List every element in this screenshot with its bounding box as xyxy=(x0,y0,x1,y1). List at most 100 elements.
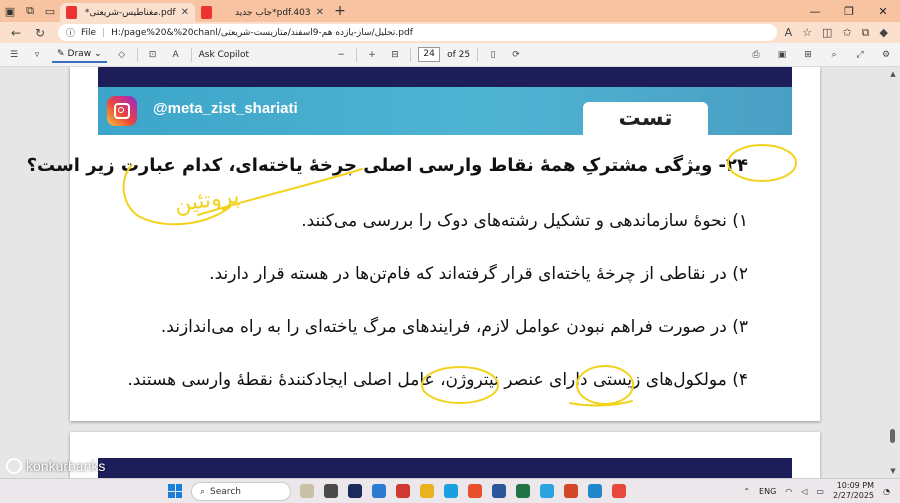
option-3: ۳) در صورت فراهم نبودن عوامل لازم، فراین… xyxy=(160,317,748,337)
favorites-icon[interactable]: ✩ xyxy=(842,26,851,40)
vertical-scrollbar[interactable]: ▲ ▼ xyxy=(889,70,897,475)
favorite-icon[interactable]: ☆ xyxy=(802,26,812,40)
banner: @meta_zist_shariati تست xyxy=(98,87,792,136)
copilot-icon[interactable]: ◆ xyxy=(880,26,888,40)
watermark: konkurbanks xyxy=(6,458,105,474)
task-view-icon[interactable] xyxy=(324,484,338,498)
search-placeholder: Search xyxy=(210,486,241,497)
instagram-handle: @meta_zist_shariati xyxy=(153,100,298,117)
zoom-out-button[interactable]: − xyxy=(333,50,349,60)
pdf-page: @meta_zist_shariati تست ۲۴- ویژگی مشترکِ… xyxy=(27,67,820,421)
pdf-page-next xyxy=(70,432,820,478)
volume-icon[interactable]: ◁ xyxy=(801,487,807,496)
print-icon[interactable]: ⎙ xyxy=(748,50,764,60)
chevron-up-icon[interactable]: ⌃ xyxy=(743,487,750,496)
pdf-viewer[interactable]: @meta_zist_shariati تست ۲۴- ویژگی مشترکِ… xyxy=(0,67,900,478)
excel-icon[interactable] xyxy=(516,484,530,498)
app-icon[interactable] xyxy=(372,484,386,498)
tab-actions-icon[interactable]: ▭ xyxy=(40,0,60,22)
ask-copilot-button[interactable]: Ask Copilot xyxy=(199,50,249,60)
clock[interactable]: 10:09 PM 2/27/2025 xyxy=(833,481,874,501)
scrollbar-thumb[interactable] xyxy=(890,429,895,443)
scroll-up-icon[interactable]: ▲ xyxy=(889,70,897,78)
contents-icon[interactable]: ☰ xyxy=(6,50,22,60)
telegram-icon[interactable] xyxy=(540,484,554,498)
highlight-icon[interactable]: ▿ xyxy=(29,50,45,60)
zoom-in-button[interactable]: + xyxy=(364,50,380,60)
settings-icon[interactable]: ⚙ xyxy=(878,50,894,60)
header-band xyxy=(98,458,792,478)
scroll-down-icon[interactable]: ▼ xyxy=(889,467,897,475)
draw-label: Draw xyxy=(67,48,92,59)
handwritten-note: پروتئین xyxy=(173,184,241,218)
edge-icon[interactable] xyxy=(588,484,602,498)
skype-icon[interactable] xyxy=(444,484,458,498)
page-number-input[interactable]: 24 xyxy=(418,47,441,62)
underline-annotation xyxy=(569,400,633,407)
eraser-icon[interactable]: ◇ xyxy=(114,50,130,60)
fullscreen-icon[interactable]: ⤢ xyxy=(852,50,868,60)
close-tab-icon[interactable]: ✕ xyxy=(316,7,324,18)
text-icon[interactable]: ⊡ xyxy=(145,50,161,60)
tab-strip: ▣ ⧉ ▭ pdf.مغناطیس-شریعتی* ✕ pdf.403*جاب … xyxy=(0,0,900,22)
draw-button[interactable]: ✎ Draw ⌄ xyxy=(52,47,107,63)
wifi-icon[interactable]: ◠ xyxy=(785,487,792,496)
pdf-file-icon xyxy=(201,6,212,19)
restore-icon[interactable]: ❐ xyxy=(832,0,866,22)
word-icon[interactable] xyxy=(492,484,506,498)
photoshop-icon[interactable] xyxy=(348,484,362,498)
url-path: H:/page%20&%20chanl/تحلیل/ساز-یازده هم-9… xyxy=(111,27,413,38)
header-band xyxy=(98,67,792,87)
collections-icon[interactable]: ⧉ xyxy=(862,26,870,40)
split-screen-icon[interactable]: ◫ xyxy=(822,26,832,40)
back-icon[interactable]: ← xyxy=(6,26,26,40)
workspaces-icon[interactable]: ⧉ xyxy=(20,0,40,22)
page-total: of 25 xyxy=(447,49,471,60)
tab-title: pdf.403*جاب جدید xyxy=(234,7,311,18)
tab-title: pdf.مغناطیس-شریعتی* xyxy=(84,7,176,18)
read-aloud-icon[interactable]: A xyxy=(785,26,793,40)
chrome-icon[interactable] xyxy=(468,484,482,498)
read-aloud-toolbar-icon[interactable]: A xyxy=(168,50,184,60)
address-bar: ← ↻ ⓘ File | H:/page%20&%20chanl/تحلیل/س… xyxy=(0,22,900,43)
windows-start-icon[interactable] xyxy=(168,484,182,498)
battery-icon[interactable]: ▭ xyxy=(816,487,824,496)
option-1: ۱) نحوهٔ سازماندهی و تشکیل رشته‌های دوک … xyxy=(301,211,748,231)
save-as-icon[interactable]: ⊞ xyxy=(800,50,816,60)
search-icon[interactable]: ⌕ xyxy=(826,50,842,60)
option-2: ۲) در نقاطی از چرخهٔ یاخته‌ای قرار گرفته… xyxy=(209,264,748,284)
info-icon: ⓘ xyxy=(66,29,76,39)
question-title: ۲۴- ویژگی مشترکِ همهٔ نقاط وارسی اصلی چر… xyxy=(26,155,748,176)
close-window-icon[interactable]: ✕ xyxy=(866,0,900,22)
taskbar-apps xyxy=(300,484,626,498)
instagram-icon xyxy=(107,96,137,126)
file-explorer-icon[interactable] xyxy=(420,484,434,498)
tab-active[interactable]: pdf.مغناطیس-شریعتی* ✕ xyxy=(60,3,195,22)
window-menu-icon[interactable]: ▣ xyxy=(0,0,20,22)
watermark-text: konkurbanks xyxy=(26,458,106,474)
app-icon[interactable] xyxy=(612,484,626,498)
new-tab-button[interactable]: + xyxy=(330,3,350,19)
search-icon: ⌕ xyxy=(200,486,206,497)
pen-icon: ✎ xyxy=(57,48,65,59)
fit-page-icon[interactable]: ⊟ xyxy=(387,50,403,60)
tab-inactive[interactable]: pdf.403*جاب جدید ✕ xyxy=(195,3,330,22)
app-icon[interactable] xyxy=(396,484,410,498)
app-icon[interactable] xyxy=(300,484,314,498)
notification-icon[interactable]: ◔ xyxy=(883,487,890,496)
language-indicator[interactable]: ENG xyxy=(759,487,776,496)
minimize-icon[interactable]: — xyxy=(798,0,832,22)
url-field[interactable]: ⓘ File | H:/page%20&%20chanl/تحلیل/ساز-ی… xyxy=(58,24,777,41)
url-scheme: File xyxy=(81,27,97,38)
rotate-icon[interactable]: ⟳ xyxy=(508,50,524,60)
refresh-icon[interactable]: ↻ xyxy=(30,26,50,40)
taskbar-search[interactable]: ⌕ Search xyxy=(191,482,291,501)
chevron-down-icon: ⌄ xyxy=(94,48,102,59)
option-4: ۴) مولکول‌های زیستی دارای عنصر نیتروژن، … xyxy=(127,370,748,390)
clock-time: 10:09 PM xyxy=(836,481,875,490)
save-icon[interactable]: ▣ xyxy=(774,50,790,60)
page-view-icon[interactable]: ▯ xyxy=(485,50,501,60)
powerpoint-icon[interactable] xyxy=(564,484,578,498)
close-tab-icon[interactable]: ✕ xyxy=(181,7,189,18)
system-tray: ⌃ ENG ◠ ◁ ▭ 10:09 PM 2/27/2025 ◔ xyxy=(743,481,890,501)
